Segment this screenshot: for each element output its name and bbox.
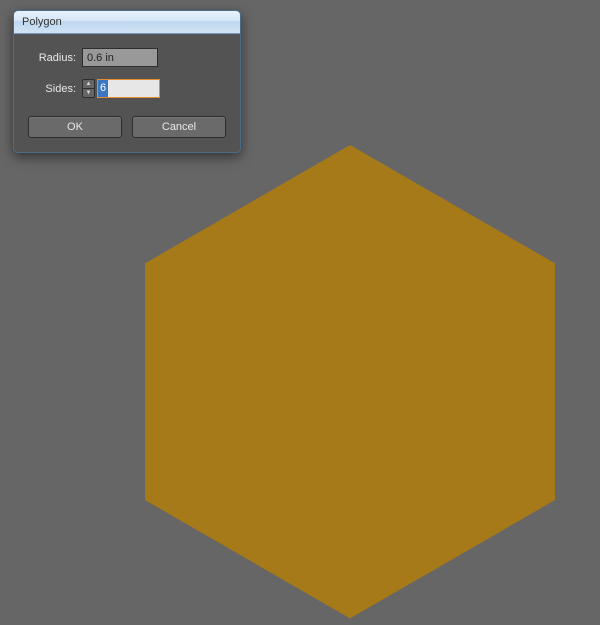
hexagon-shape [145, 145, 565, 625]
sides-stepper: ▲ ▼ [82, 79, 95, 98]
cancel-button[interactable]: Cancel [132, 116, 226, 138]
dialog-title: Polygon [22, 16, 62, 28]
sides-value-selected: 6 [98, 80, 108, 97]
radius-input[interactable] [82, 48, 158, 67]
radius-row: Radius: [28, 48, 226, 67]
polygon-dialog: Polygon Radius: Sides: ▲ ▼ 6 OK Cancel [13, 10, 241, 153]
sides-row: Sides: ▲ ▼ 6 [28, 79, 226, 98]
radius-label: Radius: [28, 52, 76, 64]
sides-step-down-button[interactable]: ▼ [82, 88, 95, 98]
dialog-body: Radius: Sides: ▲ ▼ 6 OK Cancel [14, 34, 240, 152]
ok-button[interactable]: OK [28, 116, 122, 138]
sides-input[interactable]: 6 [97, 79, 160, 98]
dialog-titlebar[interactable]: Polygon [14, 11, 240, 34]
sides-label: Sides: [28, 83, 76, 95]
dialog-button-row: OK Cancel [28, 116, 226, 138]
